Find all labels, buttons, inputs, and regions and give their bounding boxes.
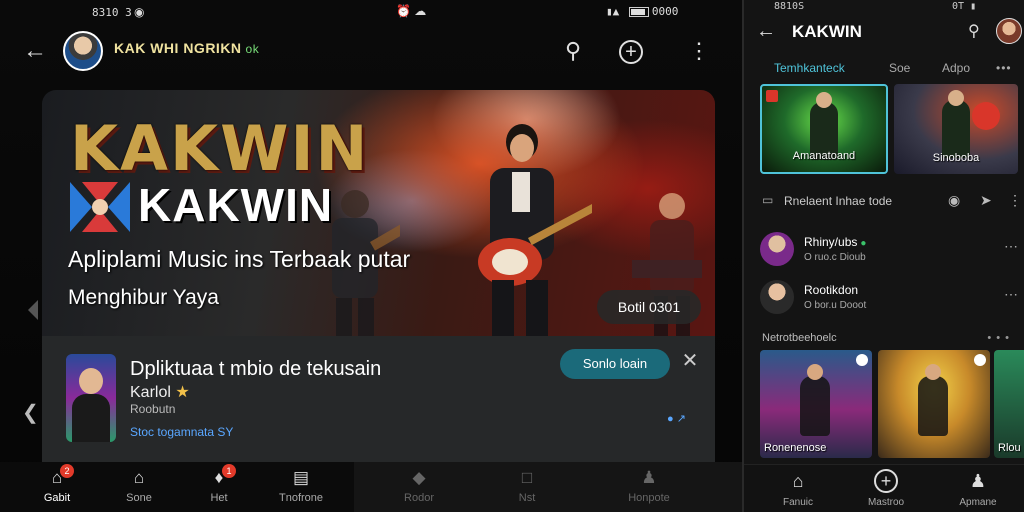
nav-item-nst[interactable]: □ Nst xyxy=(492,468,562,510)
guitarist-figure xyxy=(452,120,606,336)
play-icon xyxy=(974,354,986,366)
tab-trending[interactable]: Temhkanteck xyxy=(774,61,845,75)
tab-adpo[interactable]: Adpo xyxy=(942,61,970,75)
hero-cta-button[interactable]: Botil 0301 xyxy=(597,290,701,324)
tab-bar: Temhkanteck Soe Adpo ••• xyxy=(744,58,1024,80)
hero-banner[interactable]: KAKWIN KAKWIN Apliplami Music ins Terbaa… xyxy=(42,90,715,336)
promo-title: Dpliktuaa t mbio de tekusain xyxy=(130,358,382,380)
side-app-panel: 8810S 0T ▮ ← KAKWIN ⚲ Temhkanteck Soe Ad… xyxy=(742,0,1024,512)
brand-logo-icon xyxy=(70,182,130,232)
tab-more-icon[interactable]: ••• xyxy=(996,61,1012,75)
search-icon[interactable]: ⚲ xyxy=(968,21,980,41)
nav-item-home[interactable]: ⌂ Fanuic xyxy=(758,469,838,508)
nav-item-profile[interactable]: ♟ Apmane xyxy=(938,469,1018,508)
top-bar: ← KAK WHI NGRIKN ok ⚲ + ⋮ xyxy=(0,28,742,76)
back-arrow-icon[interactable]: ← xyxy=(20,36,50,66)
avatar xyxy=(760,280,794,314)
channel-title[interactable]: KAK WHI NGRIKN ok xyxy=(114,40,259,56)
top-bar: ← KAKWIN ⚲ xyxy=(744,14,1024,52)
play-icon xyxy=(856,354,868,366)
featured-thumbnail[interactable]: Amanatoand xyxy=(760,84,888,174)
promo-meta: Roobutn xyxy=(130,402,176,416)
bottom-nav: ⌂ Fanuic + Mastroo ♟ Apmane xyxy=(744,464,1024,512)
star-icon: ★ xyxy=(175,384,190,401)
video-grid: Ronenenose Rlou xyxy=(760,350,1024,458)
nav-item-tnofrone[interactable]: ▤ Tnofrone xyxy=(266,468,336,510)
status-center-icons: ⏰ ☁ xyxy=(396,4,427,18)
chat-icon: ♦ xyxy=(214,468,224,487)
nav-item-rodor[interactable]: ◆ Rodor xyxy=(384,468,454,510)
screen: 8310 3 ◉ ⏰ ☁ ▮▲ 0000 ← KAK WHI NGRIKN ok … xyxy=(0,0,1024,512)
promo-subtitle: Karlol ★ xyxy=(130,384,190,401)
more-horiz-icon[interactable]: ⋯ xyxy=(1004,238,1018,255)
no-entry-icon xyxy=(972,102,1000,130)
home-icon: ⌂ xyxy=(51,468,63,487)
promo-card[interactable]: Dpliktuaa t mbio de tekusain Karlol ★ Ro… xyxy=(42,336,715,462)
nav-badge: 1 xyxy=(222,464,236,478)
more-horiz-icon[interactable]: ⋯ xyxy=(1004,286,1018,303)
nav-item-sone[interactable]: ⌂ Sone xyxy=(104,468,174,510)
hero-brand-subtitle: KAKWIN xyxy=(138,179,334,231)
close-icon[interactable]: ✕ xyxy=(679,350,701,372)
status-time: 8310 3 xyxy=(92,6,132,19)
bottom-nav: ⌂ 2 Gabit ⌂ Sone ♦ 1 Het ▤ Tnofrone ◆ Ro… xyxy=(0,462,742,512)
back-arrow-icon[interactable]: ← xyxy=(756,20,776,43)
sub-heading: Netrotbeehoelc • • • xyxy=(762,332,1010,344)
live-badge xyxy=(766,90,778,102)
verified-badge: ok xyxy=(245,42,260,56)
person-icon: ♟ xyxy=(641,468,657,487)
verified-icon: ● xyxy=(860,238,867,249)
section-header: ▭ Rnelaent Inhae tode ◉ ➤ ⋮ xyxy=(762,192,1022,209)
promo-thumbnail xyxy=(66,354,116,442)
nav-item-home[interactable]: ⌂ 2 Gabit xyxy=(22,464,92,510)
square-icon: □ xyxy=(521,468,533,487)
home-outline-icon: ⌂ xyxy=(133,468,145,487)
document-icon: ▤ xyxy=(292,468,310,487)
more-horiz-icon[interactable]: • • • xyxy=(987,332,1010,344)
status-right: 0T ▮ xyxy=(952,1,977,12)
video-card[interactable] xyxy=(878,350,990,458)
record-icon[interactable]: ◉ xyxy=(948,192,960,209)
hero-tagline-2: Menghibur Yaya xyxy=(68,286,219,309)
page-title: KAKWIN xyxy=(792,22,862,41)
channel-avatar[interactable] xyxy=(63,31,103,71)
list-item[interactable]: Rootikdon O bor.u Dooot ⋯ xyxy=(760,280,1024,318)
search-icon[interactable]: ⚲ xyxy=(558,36,588,66)
featured-thumbnails: Amanatoand Sinoboba xyxy=(760,84,1024,176)
nav-item-create[interactable]: + Mastroo xyxy=(846,469,926,508)
comment-icon: ▭ xyxy=(762,193,774,207)
avatar[interactable] xyxy=(996,18,1022,44)
featured-thumbnail[interactable]: Sinoboba xyxy=(894,84,1018,174)
bell-icon: ◆ xyxy=(412,468,426,487)
video-card[interactable]: Rlou xyxy=(994,350,1024,458)
send-icon[interactable]: ➤ xyxy=(980,192,992,209)
wifi-icon: ◉ xyxy=(134,5,145,19)
home-outline-icon: ⌂ xyxy=(792,471,804,491)
status-bar: 8810S 0T ▮ xyxy=(774,1,977,12)
tab-soe[interactable]: Soe xyxy=(889,61,910,75)
add-circle-icon[interactable]: + xyxy=(616,36,646,66)
promo-cta-button[interactable]: Sonlo loain xyxy=(560,349,670,379)
list-item[interactable]: Rhiny/ubs ● O ruo.c Dioub ⋯ xyxy=(760,232,1024,270)
plus-circle-icon: + xyxy=(846,469,926,493)
nav-item-honpote[interactable]: ♟ Honpote xyxy=(614,468,684,510)
status-right: ▮▲ 0000 xyxy=(606,5,679,18)
status-bar: 8310 3 ◉ ⏰ ☁ ▮▲ 0000 xyxy=(0,0,742,26)
hero-tagline: Apliplami Music ins Terbaak putar xyxy=(68,246,411,272)
battery-icon xyxy=(628,7,649,17)
left-edge-arrow-icon[interactable] xyxy=(28,300,38,320)
video-card[interactable]: Ronenenose xyxy=(760,350,872,458)
hero-brand-title: KAKWIN xyxy=(70,112,370,185)
nav-item-het[interactable]: ♦ 1 Het xyxy=(184,464,254,510)
more-vert-icon[interactable]: ⋮ xyxy=(1008,192,1022,209)
person-icon: ♟ xyxy=(969,471,987,491)
info-icon[interactable]: ● ↗ xyxy=(667,412,686,425)
avatar xyxy=(760,232,794,266)
nav-badge: 2 xyxy=(60,464,74,478)
promo-link[interactable]: Stoc togamnata SY xyxy=(130,425,233,439)
more-vert-icon[interactable]: ⋮ xyxy=(684,36,714,66)
chevron-left-icon[interactable]: ❮ xyxy=(22,400,39,425)
main-app-panel: 8310 3 ◉ ⏰ ☁ ▮▲ 0000 ← KAK WHI NGRIKN ok … xyxy=(0,0,742,512)
